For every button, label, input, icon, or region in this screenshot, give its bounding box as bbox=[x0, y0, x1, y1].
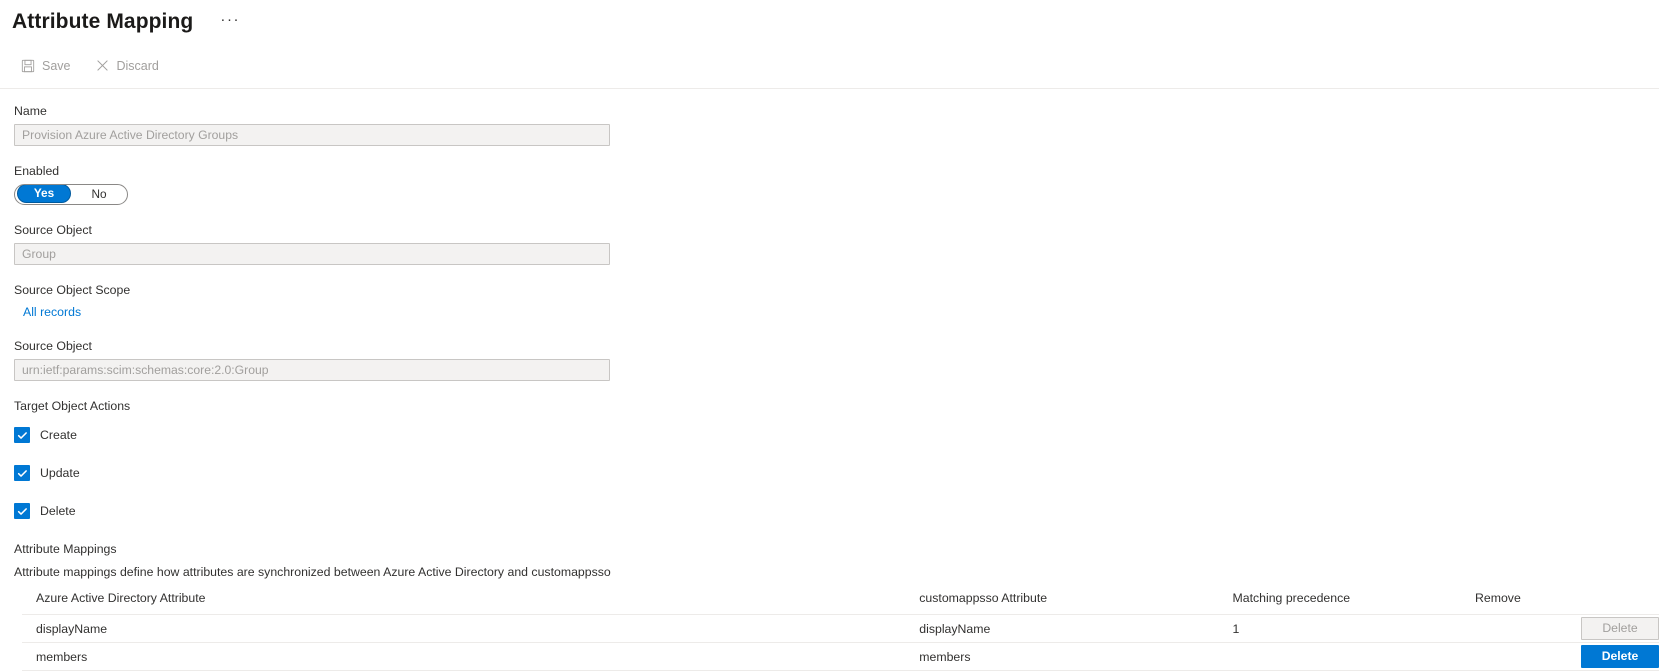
field-source-object-schema: Source Object urn:ietf:params:scim:schem… bbox=[14, 338, 1659, 381]
cell-matching-precedence: 1 bbox=[1232, 614, 1475, 643]
column-header-target: customappsso Attribute bbox=[919, 591, 1233, 615]
checkmark-icon bbox=[14, 427, 30, 443]
command-bar: Save Discard bbox=[0, 57, 1659, 89]
name-input[interactable]: Provision Azure Active Directory Groups bbox=[14, 124, 610, 146]
checkbox-update[interactable]: Update bbox=[14, 465, 80, 481]
target-object-actions-label: Target Object Actions bbox=[14, 399, 131, 413]
column-header-remove: Remove bbox=[1475, 591, 1659, 615]
cell-target-attribute: members bbox=[919, 642, 1233, 671]
discard-button[interactable]: Discard bbox=[92, 56, 162, 75]
attribute-mappings-title: Attribute Mappings bbox=[14, 542, 117, 556]
page-title: Attribute Mapping bbox=[12, 10, 194, 33]
table-header-row: Azure Active Directory Attribute customa… bbox=[22, 591, 1659, 615]
source-object-input[interactable]: Group bbox=[14, 243, 610, 265]
save-floppy-icon bbox=[20, 58, 35, 73]
cell-matching-precedence bbox=[1232, 642, 1475, 671]
checkbox-delete-label: Delete bbox=[40, 504, 76, 518]
table-row[interactable]: displayName displayName 1 Delete bbox=[22, 614, 1659, 643]
delete-button: Delete bbox=[1581, 617, 1659, 640]
table-row[interactable]: members members Delete bbox=[22, 642, 1659, 671]
close-x-icon bbox=[95, 58, 110, 73]
discard-button-label: Discard bbox=[116, 58, 159, 73]
cell-source-attribute[interactable]: displayName bbox=[22, 614, 920, 643]
source-object-schema-input[interactable]: urn:ietf:params:scim:schemas:core:2.0:Gr… bbox=[14, 359, 610, 381]
attribute-mappings-section: Attribute Mappings Attribute mappings de… bbox=[14, 541, 1659, 671]
save-button[interactable]: Save bbox=[17, 56, 74, 75]
toggle-option-no[interactable]: No bbox=[72, 186, 126, 203]
delete-button[interactable]: Delete bbox=[1581, 645, 1659, 668]
cell-target-attribute: displayName bbox=[919, 614, 1233, 643]
checkmark-icon bbox=[14, 503, 30, 519]
field-name: Name Provision Azure Active Directory Gr… bbox=[14, 103, 1659, 146]
more-options-icon[interactable]: ··· bbox=[215, 9, 245, 36]
checkbox-update-label: Update bbox=[40, 466, 80, 480]
enabled-toggle[interactable]: Yes No bbox=[14, 184, 128, 205]
cell-remove: Delete bbox=[1475, 614, 1659, 643]
checkbox-create[interactable]: Create bbox=[14, 427, 77, 443]
checkmark-icon bbox=[14, 465, 30, 481]
save-button-label: Save bbox=[42, 58, 71, 73]
all-records-link[interactable]: All records bbox=[23, 303, 81, 321]
attribute-mappings-description: Attribute mappings define how attributes… bbox=[14, 565, 611, 579]
source-object-scope-label: Source Object Scope bbox=[14, 283, 131, 297]
field-source-object-scope: Source Object Scope All records bbox=[14, 282, 1659, 321]
form-area: Name Provision Azure Active Directory Gr… bbox=[0, 89, 1659, 671]
cell-source-attribute[interactable]: members bbox=[22, 642, 920, 671]
field-enabled: Enabled Yes No bbox=[14, 163, 1659, 205]
attribute-mappings-table: Azure Active Directory Attribute customa… bbox=[22, 591, 1659, 671]
name-label: Name bbox=[14, 104, 47, 118]
column-header-source: Azure Active Directory Attribute bbox=[22, 591, 920, 615]
toggle-option-yes[interactable]: Yes bbox=[17, 185, 72, 203]
source-object-schema-label: Source Object bbox=[14, 339, 92, 353]
checkbox-delete[interactable]: Delete bbox=[14, 503, 76, 519]
page-header: Attribute Mapping ··· bbox=[0, 0, 1659, 40]
enabled-label: Enabled bbox=[14, 164, 60, 178]
checkbox-create-label: Create bbox=[40, 428, 77, 442]
field-target-object-actions: Target Object Actions Create Update Dele… bbox=[14, 398, 1659, 519]
source-object-label: Source Object bbox=[14, 223, 92, 237]
column-header-precedence: Matching precedence bbox=[1232, 591, 1475, 615]
field-source-object: Source Object Group bbox=[14, 222, 1659, 265]
cell-remove: Delete bbox=[1475, 642, 1659, 671]
